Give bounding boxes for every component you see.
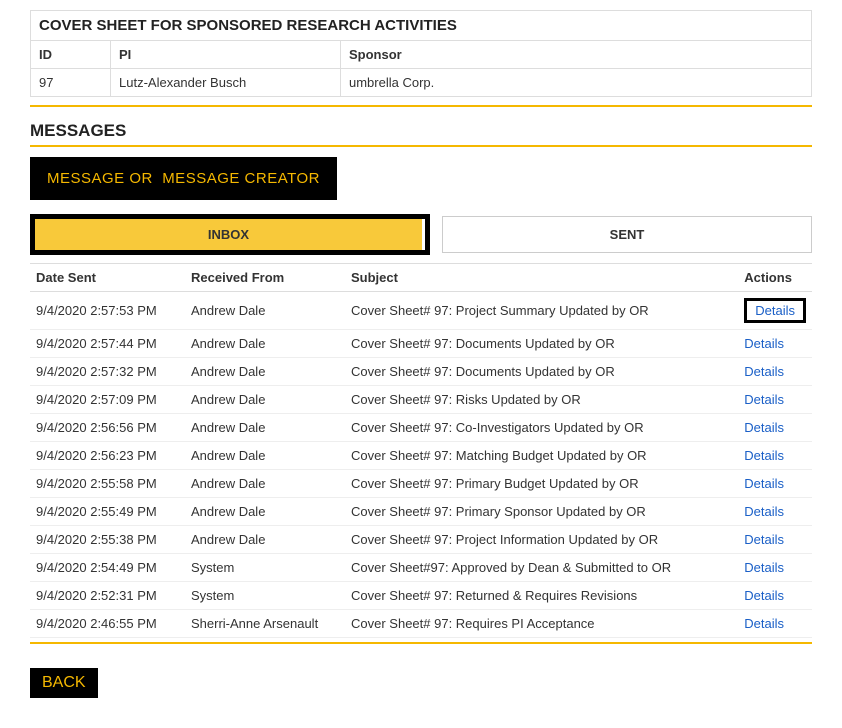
- back-button[interactable]: BACK: [30, 668, 98, 698]
- cell-subject: Cover Sheet# 97: Documents Updated by OR: [345, 358, 738, 386]
- table-row: 9/4/2020 2:55:49 PMAndrew DaleCover Shee…: [30, 498, 812, 526]
- cover-header-pi: PI: [111, 41, 341, 69]
- table-row: 9/4/2020 2:55:58 PMAndrew DaleCover Shee…: [30, 470, 812, 498]
- cell-actions: Details: [738, 498, 812, 526]
- details-link[interactable]: Details: [755, 303, 795, 318]
- messages-heading: MESSAGES: [30, 121, 812, 141]
- divider: [30, 145, 812, 147]
- cell-actions: Details: [738, 582, 812, 610]
- cell-subject: Cover Sheet# 97: Primary Budget Updated …: [345, 470, 738, 498]
- cell-from: Sherri-Anne Arsenault: [185, 610, 345, 638]
- cell-subject: Cover Sheet#97: Approved by Dean & Submi…: [345, 554, 738, 582]
- cell-actions: Details: [738, 442, 812, 470]
- table-row: 9/4/2020 2:57:09 PMAndrew DaleCover Shee…: [30, 386, 812, 414]
- cell-actions: Details: [738, 386, 812, 414]
- cell-subject: Cover Sheet# 97: Primary Sponsor Updated…: [345, 498, 738, 526]
- tab-inbox[interactable]: INBOX: [35, 219, 425, 250]
- table-row: 9/4/2020 2:52:31 PMSystemCover Sheet# 97…: [30, 582, 812, 610]
- table-row: 9/4/2020 2:57:32 PMAndrew DaleCover Shee…: [30, 358, 812, 386]
- cell-from: Andrew Dale: [185, 330, 345, 358]
- cell-from: Andrew Dale: [185, 358, 345, 386]
- details-link[interactable]: Details: [744, 336, 784, 351]
- details-link[interactable]: Details: [744, 392, 784, 407]
- tab-sent[interactable]: SENT: [442, 216, 812, 253]
- cover-pi: Lutz-Alexander Busch: [111, 69, 341, 97]
- cell-date: 9/4/2020 2:46:55 PM: [30, 610, 185, 638]
- cell-date: 9/4/2020 2:57:53 PM: [30, 292, 185, 330]
- cover-id: 97: [31, 69, 111, 97]
- cell-subject: Cover Sheet# 97: Project Summary Updated…: [345, 292, 738, 330]
- cell-from: Andrew Dale: [185, 498, 345, 526]
- details-link[interactable]: Details: [744, 616, 784, 631]
- cover-header-sponsor: Sponsor: [341, 41, 812, 69]
- cell-date: 9/4/2020 2:55:49 PM: [30, 498, 185, 526]
- cell-from: Andrew Dale: [185, 386, 345, 414]
- cell-actions: Details: [738, 554, 812, 582]
- cell-actions: Details: [738, 610, 812, 638]
- cover-sponsor: umbrella Corp.: [341, 69, 812, 97]
- col-header-subject: Subject: [345, 264, 738, 292]
- divider: [30, 105, 812, 107]
- cell-subject: Cover Sheet# 97: Matching Budget Updated…: [345, 442, 738, 470]
- details-link[interactable]: Details: [744, 448, 784, 463]
- message-creator-button-frame: MESSAGE OR MESSAGE CREATOR: [30, 157, 337, 200]
- tab-inbox-frame: INBOX: [30, 214, 430, 255]
- cell-date: 9/4/2020 2:55:58 PM: [30, 470, 185, 498]
- details-link[interactable]: Details: [744, 364, 784, 379]
- cell-subject: Cover Sheet# 97: Co-Investigators Update…: [345, 414, 738, 442]
- message-creator-button[interactable]: MESSAGE OR MESSAGE CREATOR: [35, 162, 332, 195]
- col-header-from: Received From: [185, 264, 345, 292]
- cell-actions: Details: [738, 330, 812, 358]
- cell-from: Andrew Dale: [185, 292, 345, 330]
- table-row: 9/4/2020 2:57:53 PMAndrew DaleCover Shee…: [30, 292, 812, 330]
- cell-date: 9/4/2020 2:52:31 PM: [30, 582, 185, 610]
- cell-from: System: [185, 554, 345, 582]
- cover-header-id: ID: [31, 41, 111, 69]
- cell-subject: Cover Sheet# 97: Returned & Requires Rev…: [345, 582, 738, 610]
- cell-date: 9/4/2020 2:55:38 PM: [30, 526, 185, 554]
- cell-date: 9/4/2020 2:57:32 PM: [30, 358, 185, 386]
- cover-title: COVER SHEET FOR SPONSORED RESEARCH ACTIV…: [31, 11, 812, 41]
- table-row: 9/4/2020 2:55:38 PMAndrew DaleCover Shee…: [30, 526, 812, 554]
- cell-from: Andrew Dale: [185, 414, 345, 442]
- details-link[interactable]: Details: [744, 532, 784, 547]
- cell-actions: Details: [738, 526, 812, 554]
- cell-subject: Cover Sheet# 97: Project Information Upd…: [345, 526, 738, 554]
- table-row: 9/4/2020 2:56:23 PMAndrew DaleCover Shee…: [30, 442, 812, 470]
- table-row: 9/4/2020 2:54:49 PMSystemCover Sheet#97:…: [30, 554, 812, 582]
- cover-sheet-table: COVER SHEET FOR SPONSORED RESEARCH ACTIV…: [30, 10, 812, 97]
- details-link[interactable]: Details: [744, 504, 784, 519]
- cell-actions: Details: [738, 470, 812, 498]
- cell-from: Andrew Dale: [185, 526, 345, 554]
- cell-subject: Cover Sheet# 97: Documents Updated by OR: [345, 330, 738, 358]
- messages-table: Date Sent Received From Subject Actions …: [30, 263, 812, 638]
- details-link-frame: Details: [744, 298, 806, 323]
- details-link[interactable]: Details: [744, 560, 784, 575]
- details-link[interactable]: Details: [744, 588, 784, 603]
- cell-date: 9/4/2020 2:54:49 PM: [30, 554, 185, 582]
- table-row: 9/4/2020 2:56:56 PMAndrew DaleCover Shee…: [30, 414, 812, 442]
- cell-from: System: [185, 582, 345, 610]
- col-header-date: Date Sent: [30, 264, 185, 292]
- col-header-actions: Actions: [738, 264, 812, 292]
- cell-subject: Cover Sheet# 97: Requires PI Acceptance: [345, 610, 738, 638]
- details-link[interactable]: Details: [744, 420, 784, 435]
- cell-actions: Details: [738, 358, 812, 386]
- messages-tabs: INBOX SENT: [30, 214, 812, 255]
- cell-actions: Details: [738, 292, 812, 330]
- cell-date: 9/4/2020 2:56:56 PM: [30, 414, 185, 442]
- cell-actions: Details: [738, 414, 812, 442]
- cell-from: Andrew Dale: [185, 442, 345, 470]
- divider: [30, 642, 812, 644]
- table-row: 9/4/2020 2:46:55 PMSherri-Anne Arsenault…: [30, 610, 812, 638]
- cell-date: 9/4/2020 2:57:09 PM: [30, 386, 185, 414]
- cell-date: 9/4/2020 2:57:44 PM: [30, 330, 185, 358]
- cell-date: 9/4/2020 2:56:23 PM: [30, 442, 185, 470]
- cover-row: 97 Lutz-Alexander Busch umbrella Corp.: [31, 69, 812, 97]
- table-row: 9/4/2020 2:57:44 PMAndrew DaleCover Shee…: [30, 330, 812, 358]
- details-link[interactable]: Details: [744, 476, 784, 491]
- cell-from: Andrew Dale: [185, 470, 345, 498]
- cell-subject: Cover Sheet# 97: Risks Updated by OR: [345, 386, 738, 414]
